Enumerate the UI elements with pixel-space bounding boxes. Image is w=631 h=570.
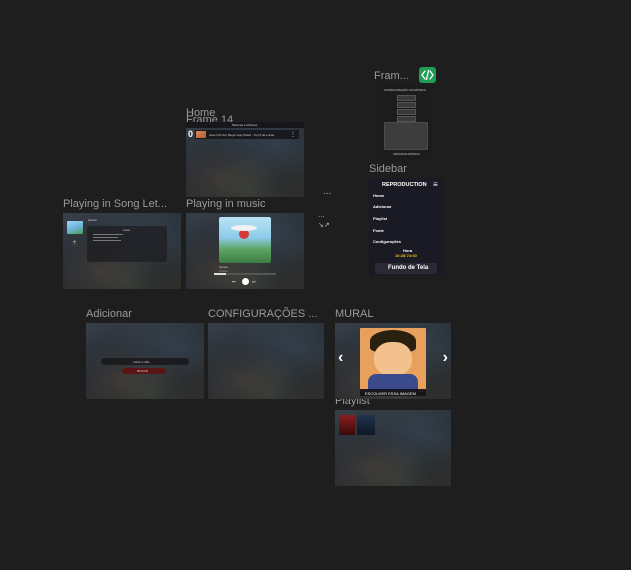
download-button-label: BAIXAR — [137, 369, 149, 373]
config-textarea[interactable] — [384, 122, 428, 150]
prev-icon[interactable]: ⏮ — [232, 279, 236, 284]
frame-label-mural[interactable]: MURAL — [335, 308, 374, 320]
song-item-text: Ivete (Oh Ho) Meyer Gay Music - Top 5 de… — [209, 133, 275, 137]
choose-image-label: ESCOLHER ESSA IMAGEM — [365, 391, 416, 396]
album-wing — [231, 225, 257, 231]
more-dots-2[interactable]: ... — [318, 210, 325, 219]
background-button-label: Fundo de Tela — [388, 265, 429, 271]
code-icon[interactable] — [419, 67, 436, 83]
sidebar-title: REPRODUCTION — [382, 182, 427, 188]
mural-frame[interactable]: ‹ › ESCOLHER ESSA IMAGEM — [335, 323, 451, 399]
lyrics-header: Letra — [123, 228, 130, 232]
lyrics-line — [93, 234, 123, 235]
next-arrow[interactable]: › — [443, 349, 448, 367]
song-title: Sereia — [88, 218, 97, 222]
playing-song-frame[interactable]: Sereia + Letra — [63, 213, 181, 289]
sidebar-frame[interactable]: REPRODUCTION ≡ Home Adicionar Playlist F… — [369, 178, 444, 276]
config-music-title: CONFIGURAÇÃO DA MÚSICA — [384, 88, 426, 92]
choose-image-button[interactable]: ESCOLHER ESSA IMAGEM — [360, 389, 426, 396]
add-icon[interactable]: + — [71, 240, 78, 247]
playlist-thumb[interactable] — [357, 415, 375, 435]
frame-label-code[interactable]: Fram... — [374, 70, 409, 82]
mural-image — [360, 328, 426, 392]
sidebar-item-playlist[interactable]: Playlist — [373, 216, 387, 221]
config-music-frame[interactable]: CONFIGURAÇÃO DA MÚSICA ADICIONA MÚSICA — [377, 85, 433, 161]
home-count: 0 — [188, 129, 194, 139]
lyrics-panel: Letra — [87, 226, 167, 262]
progress-fill — [214, 273, 227, 275]
home-frame[interactable]: Músicas e Músicas 0 Ivete (Oh Ho) Meyer … — [186, 122, 304, 197]
sidebar-item-fonte[interactable]: Fonte — [373, 228, 384, 233]
playing-music-frame[interactable]: Sereia Artista ⏮ ⏭ — [186, 213, 304, 289]
album-thumbnail — [196, 131, 206, 138]
time-value: 10:28:74:00 — [395, 253, 417, 258]
character-face — [374, 342, 412, 376]
config-field[interactable] — [397, 109, 416, 115]
download-button[interactable]: BAIXAR — [122, 368, 166, 374]
add-music-button[interactable]: ADICIONA MÚSICA — [393, 152, 420, 156]
album-art — [219, 217, 271, 263]
frame-label-configuracoes[interactable]: CONFIGURAÇÕES ... — [208, 308, 317, 320]
sidebar-item-configuracoes[interactable]: Configurações — [373, 239, 401, 244]
progress-bar[interactable] — [214, 273, 276, 275]
frame-label-sidebar[interactable]: Sidebar — [369, 163, 407, 175]
url-input[interactable]: Insira a URL — [101, 358, 189, 365]
config-field[interactable] — [397, 102, 416, 108]
sidebar-item-home[interactable]: Home — [373, 193, 384, 198]
configuracoes-frame[interactable] — [208, 323, 324, 399]
player-controls: ⏮ ⏭ — [230, 278, 262, 286]
hamburger-icon[interactable]: ≡ — [433, 180, 438, 189]
lyrics-line — [93, 240, 121, 241]
lyrics-line — [93, 237, 118, 238]
kebab-icon[interactable]: ⋮ — [290, 131, 296, 138]
playlist-thumb[interactable] — [339, 415, 355, 435]
home-list-item[interactable]: Ivete (Oh Ho) Meyer Gay Music - Top 5 de… — [195, 130, 299, 139]
adicionar-frame[interactable]: Insira a URL BAIXAR — [86, 323, 204, 399]
playlist-frame[interactable] — [335, 410, 451, 486]
prev-arrow[interactable]: ‹ — [338, 349, 343, 367]
url-input-placeholder: Insira a URL — [133, 360, 150, 364]
frame-label-adicionar[interactable]: Adicionar — [86, 308, 132, 320]
sidebar-item-adicionar[interactable]: Adicionar — [373, 204, 391, 209]
next-icon[interactable]: ⏭ — [252, 279, 256, 284]
home-title: Músicas e Músicas — [232, 123, 258, 127]
song-cover — [67, 221, 83, 234]
more-dots[interactable]: ... — [323, 186, 331, 197]
background-button[interactable]: Fundo de Tela — [375, 263, 437, 274]
frame-label-playing-music[interactable]: Playing in music — [186, 198, 265, 210]
frame-label-playing-song[interactable]: Playing in Song Let... — [63, 198, 167, 210]
config-field[interactable] — [397, 95, 416, 101]
expand-icon[interactable]: ↘↗ — [318, 221, 330, 229]
play-button[interactable] — [242, 278, 249, 285]
